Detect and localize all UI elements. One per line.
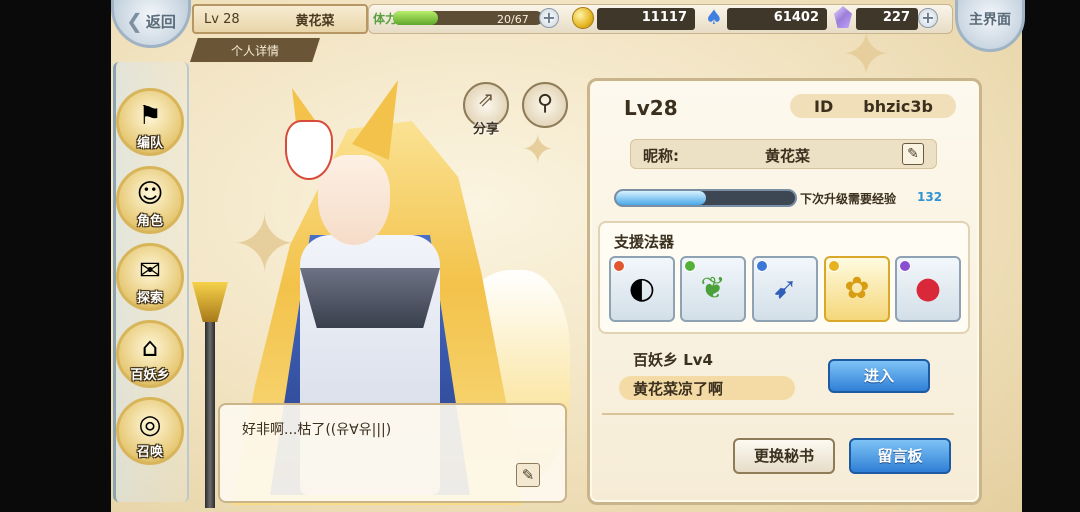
- element-dot-icon: [828, 260, 840, 272]
- nav-item-character[interactable]: ☺ 角色: [116, 166, 184, 234]
- gems-value: 227: [882, 10, 910, 25]
- change-secretary-button[interactable]: 更换秘书: [733, 438, 835, 474]
- village-message: 黄花菜凉了啊: [619, 376, 795, 400]
- profile-level: Lv28: [624, 96, 678, 120]
- pencil-icon: ✎: [521, 466, 535, 484]
- artifact-slot-4[interactable]: ✿: [824, 256, 890, 322]
- xp-fill: [616, 191, 706, 205]
- nickname-value: 黄花菜: [765, 147, 811, 165]
- enter-village-button[interactable]: 进入: [828, 359, 930, 393]
- element-dot-icon: [756, 260, 768, 272]
- mirror-icon: ◐: [628, 271, 656, 306]
- summon-icon: ◎: [138, 410, 162, 440]
- sparkle-decoration: ✦: [521, 127, 555, 173]
- profile-id-badge: ID bhzic3b: [790, 94, 956, 118]
- nav-item-label: 角色: [136, 214, 163, 229]
- character-face: [318, 155, 390, 245]
- share-label: 分享: [472, 122, 499, 137]
- explore-icon: ✉: [139, 256, 161, 286]
- nav-item-summon[interactable]: ◎ 召唤: [116, 397, 184, 465]
- spirit-flame-icon: ♠: [705, 5, 723, 29]
- artifact-slot-3[interactable]: ➹: [752, 256, 818, 322]
- id-label: ID: [814, 96, 834, 116]
- add-stamina-button[interactable]: +: [539, 8, 559, 28]
- xp-needed: 132: [917, 190, 943, 204]
- artifact-slot-5[interactable]: ●: [895, 256, 961, 322]
- team-icon: ⚑: [138, 101, 162, 131]
- village-name: 百妖乡 Lv4: [633, 351, 713, 369]
- player-level: Lv 28: [204, 11, 240, 27]
- id-value: bhzic3b: [863, 96, 933, 116]
- fox-mask: [285, 120, 333, 180]
- element-dot-icon: [613, 260, 625, 272]
- daruma-icon: ●: [914, 271, 942, 306]
- share-icon: ⇗: [477, 87, 495, 111]
- xp-progress-bar: [614, 189, 797, 207]
- nickname-row: 昵称: 黄花菜: [630, 139, 937, 169]
- back-arrow-icon: ❮: [126, 9, 143, 33]
- character-icon: ☺: [136, 179, 164, 209]
- coins-box: 11117: [597, 8, 695, 30]
- element-dot-icon: [899, 260, 911, 272]
- edit-dialog-button[interactable]: ✎: [516, 463, 540, 487]
- flower-icon: ✿: [844, 271, 870, 306]
- element-dot-icon: [684, 260, 696, 272]
- artifact-slot-2[interactable]: ❦: [680, 256, 746, 322]
- bow-icon: ➹: [772, 271, 798, 306]
- gems-box: 227: [856, 8, 918, 30]
- nav-item-village[interactable]: ⌂ 百妖乡: [116, 320, 184, 388]
- character-armor: [300, 268, 440, 328]
- nav-item-team[interactable]: ⚑ 编队: [116, 88, 184, 156]
- artifact-slot-1[interactable]: ◐: [609, 256, 675, 322]
- coins-value: 11117: [641, 10, 687, 25]
- nickname-label: 昵称:: [643, 147, 679, 165]
- search-icon: ⚲: [536, 91, 554, 116]
- support-title: 支援法器: [614, 233, 675, 251]
- nav-item-label: 百妖乡: [130, 368, 170, 383]
- spirit-box: 61402: [727, 8, 827, 30]
- xp-label: 下次升级需要经验: [800, 192, 897, 206]
- panel-divider: [602, 413, 954, 415]
- home-label: 主界面: [969, 12, 1011, 28]
- leaf-fan-icon: ❦: [700, 271, 726, 306]
- letterbox-left: [0, 0, 111, 512]
- nav-item-explore[interactable]: ✉ 探索: [116, 243, 184, 311]
- nav-item-label: 探索: [136, 291, 163, 306]
- stamina-fill: [393, 11, 438, 25]
- tab-label: 个人详情: [230, 43, 279, 58]
- sparkle-decoration: ✦: [841, 20, 892, 90]
- coin-icon: [572, 7, 594, 29]
- edit-nickname-button[interactable]: ✎: [902, 143, 924, 165]
- letterbox-right: [1022, 0, 1080, 512]
- message-board-button[interactable]: 留言板: [849, 438, 951, 474]
- nav-item-label: 召唤: [136, 445, 163, 460]
- back-label: 返回: [145, 12, 176, 31]
- nav-item-label: 编队: [136, 136, 163, 151]
- add-gems-button[interactable]: +: [918, 8, 938, 28]
- tab-personal-details[interactable]: 个人详情: [190, 38, 320, 62]
- village-icon: ⌂: [141, 333, 159, 363]
- player-level-name-bar: Lv 28 黄花菜: [192, 4, 368, 34]
- search-button[interactable]: ⚲: [522, 82, 568, 128]
- player-name: 黄花菜: [295, 13, 335, 29]
- stamina-value: 20/67: [497, 13, 529, 26]
- pencil-icon: ✎: [907, 146, 919, 162]
- speech-dialog: [218, 403, 567, 503]
- dialog-text: 好非啊...枯了((유∀유|||): [242, 422, 392, 438]
- spirit-value: 61402: [773, 10, 819, 25]
